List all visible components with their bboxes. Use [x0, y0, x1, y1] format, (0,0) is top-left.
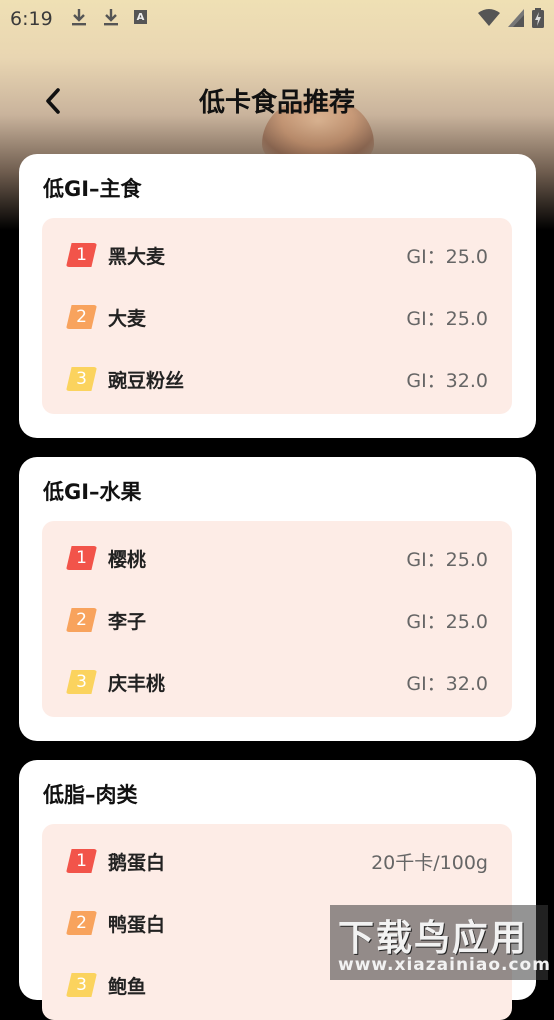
food-value: GI：32.0: [406, 673, 488, 695]
a-notification-icon: A: [134, 10, 147, 24]
list-item[interactable]: 2 李子 GI：25.0: [42, 601, 512, 641]
signal-icon: [508, 9, 524, 27]
card-title: 低GI–水果: [43, 480, 142, 504]
watermark-url: www.xiazainiao.com: [338, 955, 551, 975]
food-name: 鲍鱼: [108, 976, 147, 998]
header: 低卡食品推荐: [0, 72, 554, 132]
status-bar: 6:19 A: [0, 0, 554, 38]
battery-charging-icon: [532, 8, 544, 28]
food-name: 鸭蛋白: [108, 914, 166, 936]
food-list: 1 黑大麦 GI：25.0 2 大麦 GI：25.0 3 豌豆粉丝 GI：32.…: [42, 218, 512, 414]
list-item[interactable]: 1 樱桃 GI：25.0: [42, 539, 512, 579]
food-list: 1 樱桃 GI：25.0 2 李子 GI：25.0 3 庆丰桃 GI：32.0: [42, 521, 512, 717]
food-name: 大麦: [108, 308, 147, 330]
food-name: 豌豆粉丝: [108, 370, 185, 392]
list-item[interactable]: 3 豌豆粉丝 GI：32.0: [42, 360, 512, 400]
rank-badge: 3: [66, 973, 97, 997]
card-title: 低GI–主食: [43, 177, 142, 201]
food-value: 20千卡/100g: [371, 852, 488, 874]
food-name: 李子: [108, 611, 147, 633]
food-value: GI：25.0: [406, 549, 488, 571]
wifi-icon: [478, 9, 500, 26]
page-title: 低卡食品推荐: [198, 88, 355, 118]
food-name: 黑大麦: [108, 246, 166, 268]
rank-badge: 3: [66, 670, 97, 694]
food-card: 低GI–主食 1 黑大麦 GI：25.0 2 大麦 GI：25.0 3 豌豆粉丝…: [19, 154, 536, 438]
rank-badge: 2: [66, 305, 97, 329]
list-item[interactable]: 1 鹅蛋白 20千卡/100g: [42, 842, 512, 882]
rank-badge: 3: [66, 367, 97, 391]
rank-badge: 1: [66, 849, 97, 873]
watermark-main: 下载鸟应用: [338, 918, 529, 959]
food-card: 低GI–水果 1 樱桃 GI：25.0 2 李子 GI：25.0 3 庆丰桃 G…: [19, 457, 536, 741]
download-icon: [104, 9, 118, 26]
card-title: 低脂–肉类: [43, 783, 138, 807]
list-item[interactable]: 1 黑大麦 GI：25.0: [42, 236, 512, 276]
food-name: 鹅蛋白: [108, 852, 166, 874]
food-value: GI：25.0: [406, 308, 488, 330]
list-item[interactable]: 2 大麦 GI：25.0: [42, 298, 512, 338]
rank-badge: 1: [66, 546, 97, 570]
list-item[interactable]: 3 庆丰桃 GI：32.0: [42, 663, 512, 703]
download-icon: [72, 9, 86, 26]
rank-badge: 2: [66, 608, 97, 632]
rank-badge: 1: [66, 243, 97, 267]
watermark: 下载鸟应用 www.xiazainiao.com: [330, 905, 551, 980]
food-name: 庆丰桃: [108, 673, 166, 695]
status-time: 6:19: [10, 8, 53, 30]
food-value: GI：32.0: [406, 370, 488, 392]
rank-badge: 2: [66, 911, 97, 935]
food-value: GI：25.0: [406, 246, 488, 268]
food-name: 樱桃: [108, 549, 147, 571]
food-value: GI：25.0: [406, 611, 488, 633]
